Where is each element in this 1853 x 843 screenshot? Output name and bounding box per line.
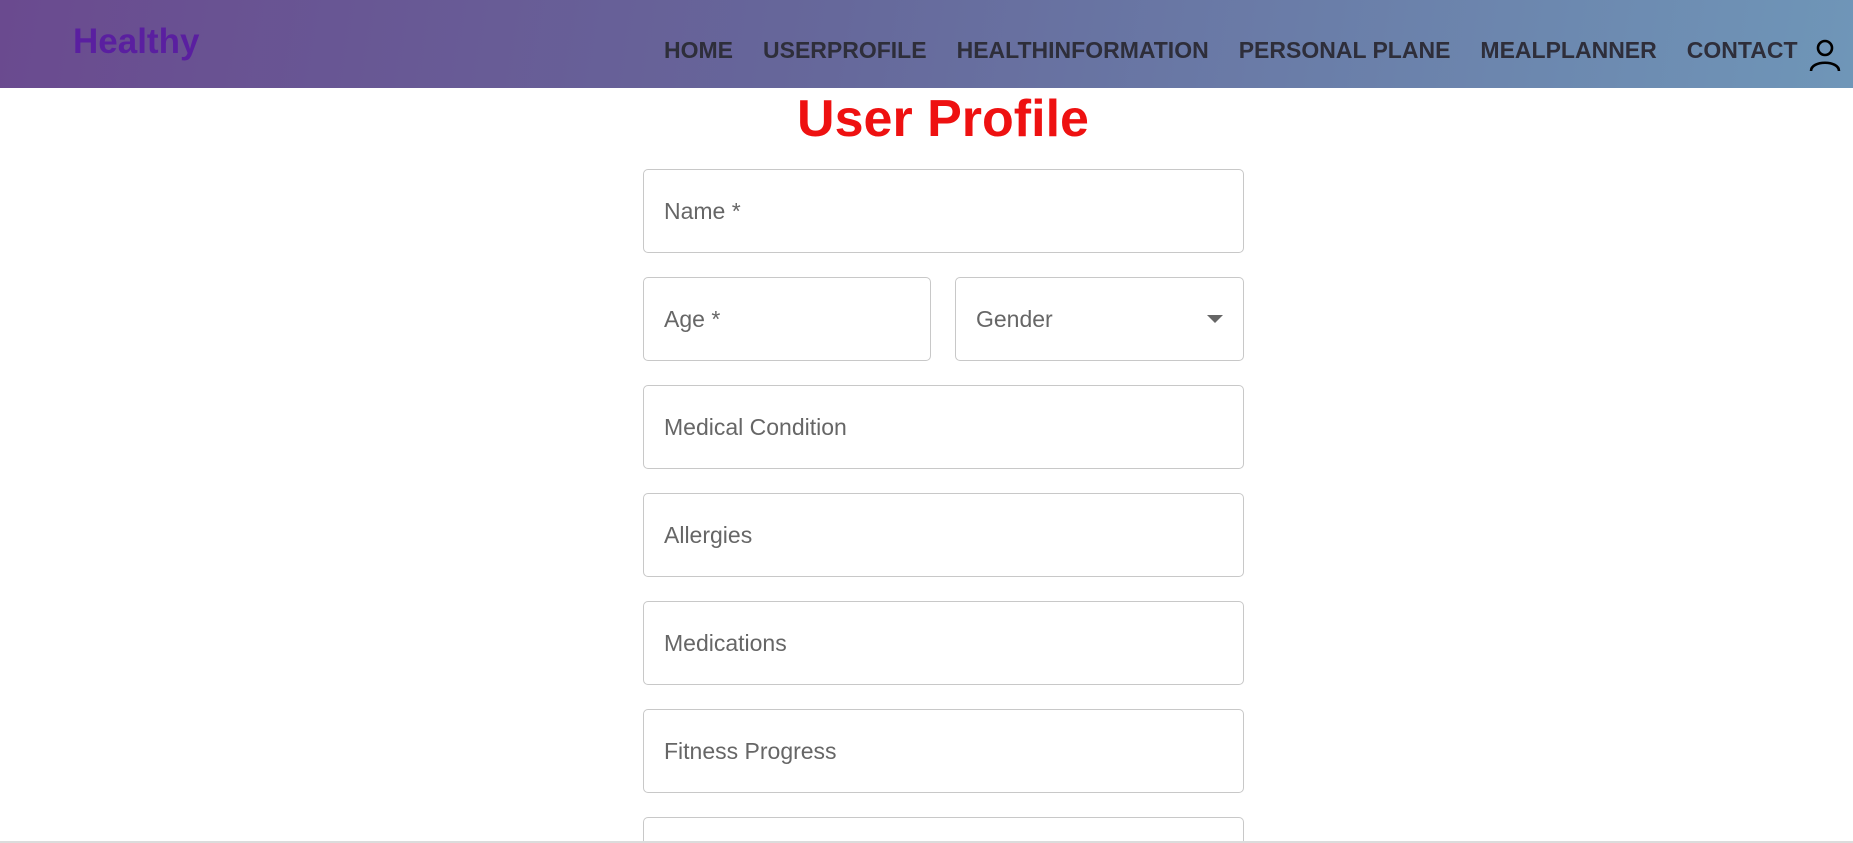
name-field[interactable] bbox=[643, 169, 1244, 253]
next-form-field[interactable] bbox=[643, 817, 1244, 841]
gender-select-label: Gender bbox=[976, 305, 1053, 332]
top-navbar: Healthy HOME USERPROFILE HEALTHINFORMATI… bbox=[0, 0, 1853, 88]
age-field[interactable] bbox=[643, 277, 931, 361]
nav-home-link[interactable]: HOME bbox=[664, 37, 733, 64]
medications-field[interactable] bbox=[643, 601, 1244, 685]
gender-select[interactable]: Gender bbox=[955, 277, 1244, 361]
nav-healthinformation-link[interactable]: HEALTHINFORMATION bbox=[957, 37, 1209, 64]
user-icon[interactable] bbox=[1808, 38, 1842, 72]
page-title: User Profile bbox=[797, 90, 1089, 148]
fitness-progress-field[interactable] bbox=[643, 709, 1244, 793]
nav-personal-plane-link[interactable]: PERSONAL PLANE bbox=[1239, 37, 1451, 64]
name-input[interactable] bbox=[644, 170, 1243, 252]
medical-condition-input[interactable] bbox=[644, 386, 1243, 468]
fitness-progress-input[interactable] bbox=[644, 710, 1243, 792]
age-input[interactable] bbox=[644, 278, 930, 360]
brand-logo[interactable]: Healthy bbox=[73, 22, 199, 62]
allergies-input[interactable] bbox=[644, 494, 1243, 576]
medications-input[interactable] bbox=[644, 602, 1243, 684]
allergies-field[interactable] bbox=[643, 493, 1244, 577]
chevron-down-icon bbox=[1207, 315, 1223, 323]
nav-userprofile-link[interactable]: USERPROFILE bbox=[763, 37, 927, 64]
nav-links: HOME USERPROFILE HEALTHINFORMATION PERSO… bbox=[664, 37, 1828, 64]
medical-condition-field[interactable] bbox=[643, 385, 1244, 469]
nav-contact-link[interactable]: CONTACT bbox=[1687, 37, 1798, 64]
nav-mealplanner-link[interactable]: MEALPLANNER bbox=[1480, 37, 1656, 64]
